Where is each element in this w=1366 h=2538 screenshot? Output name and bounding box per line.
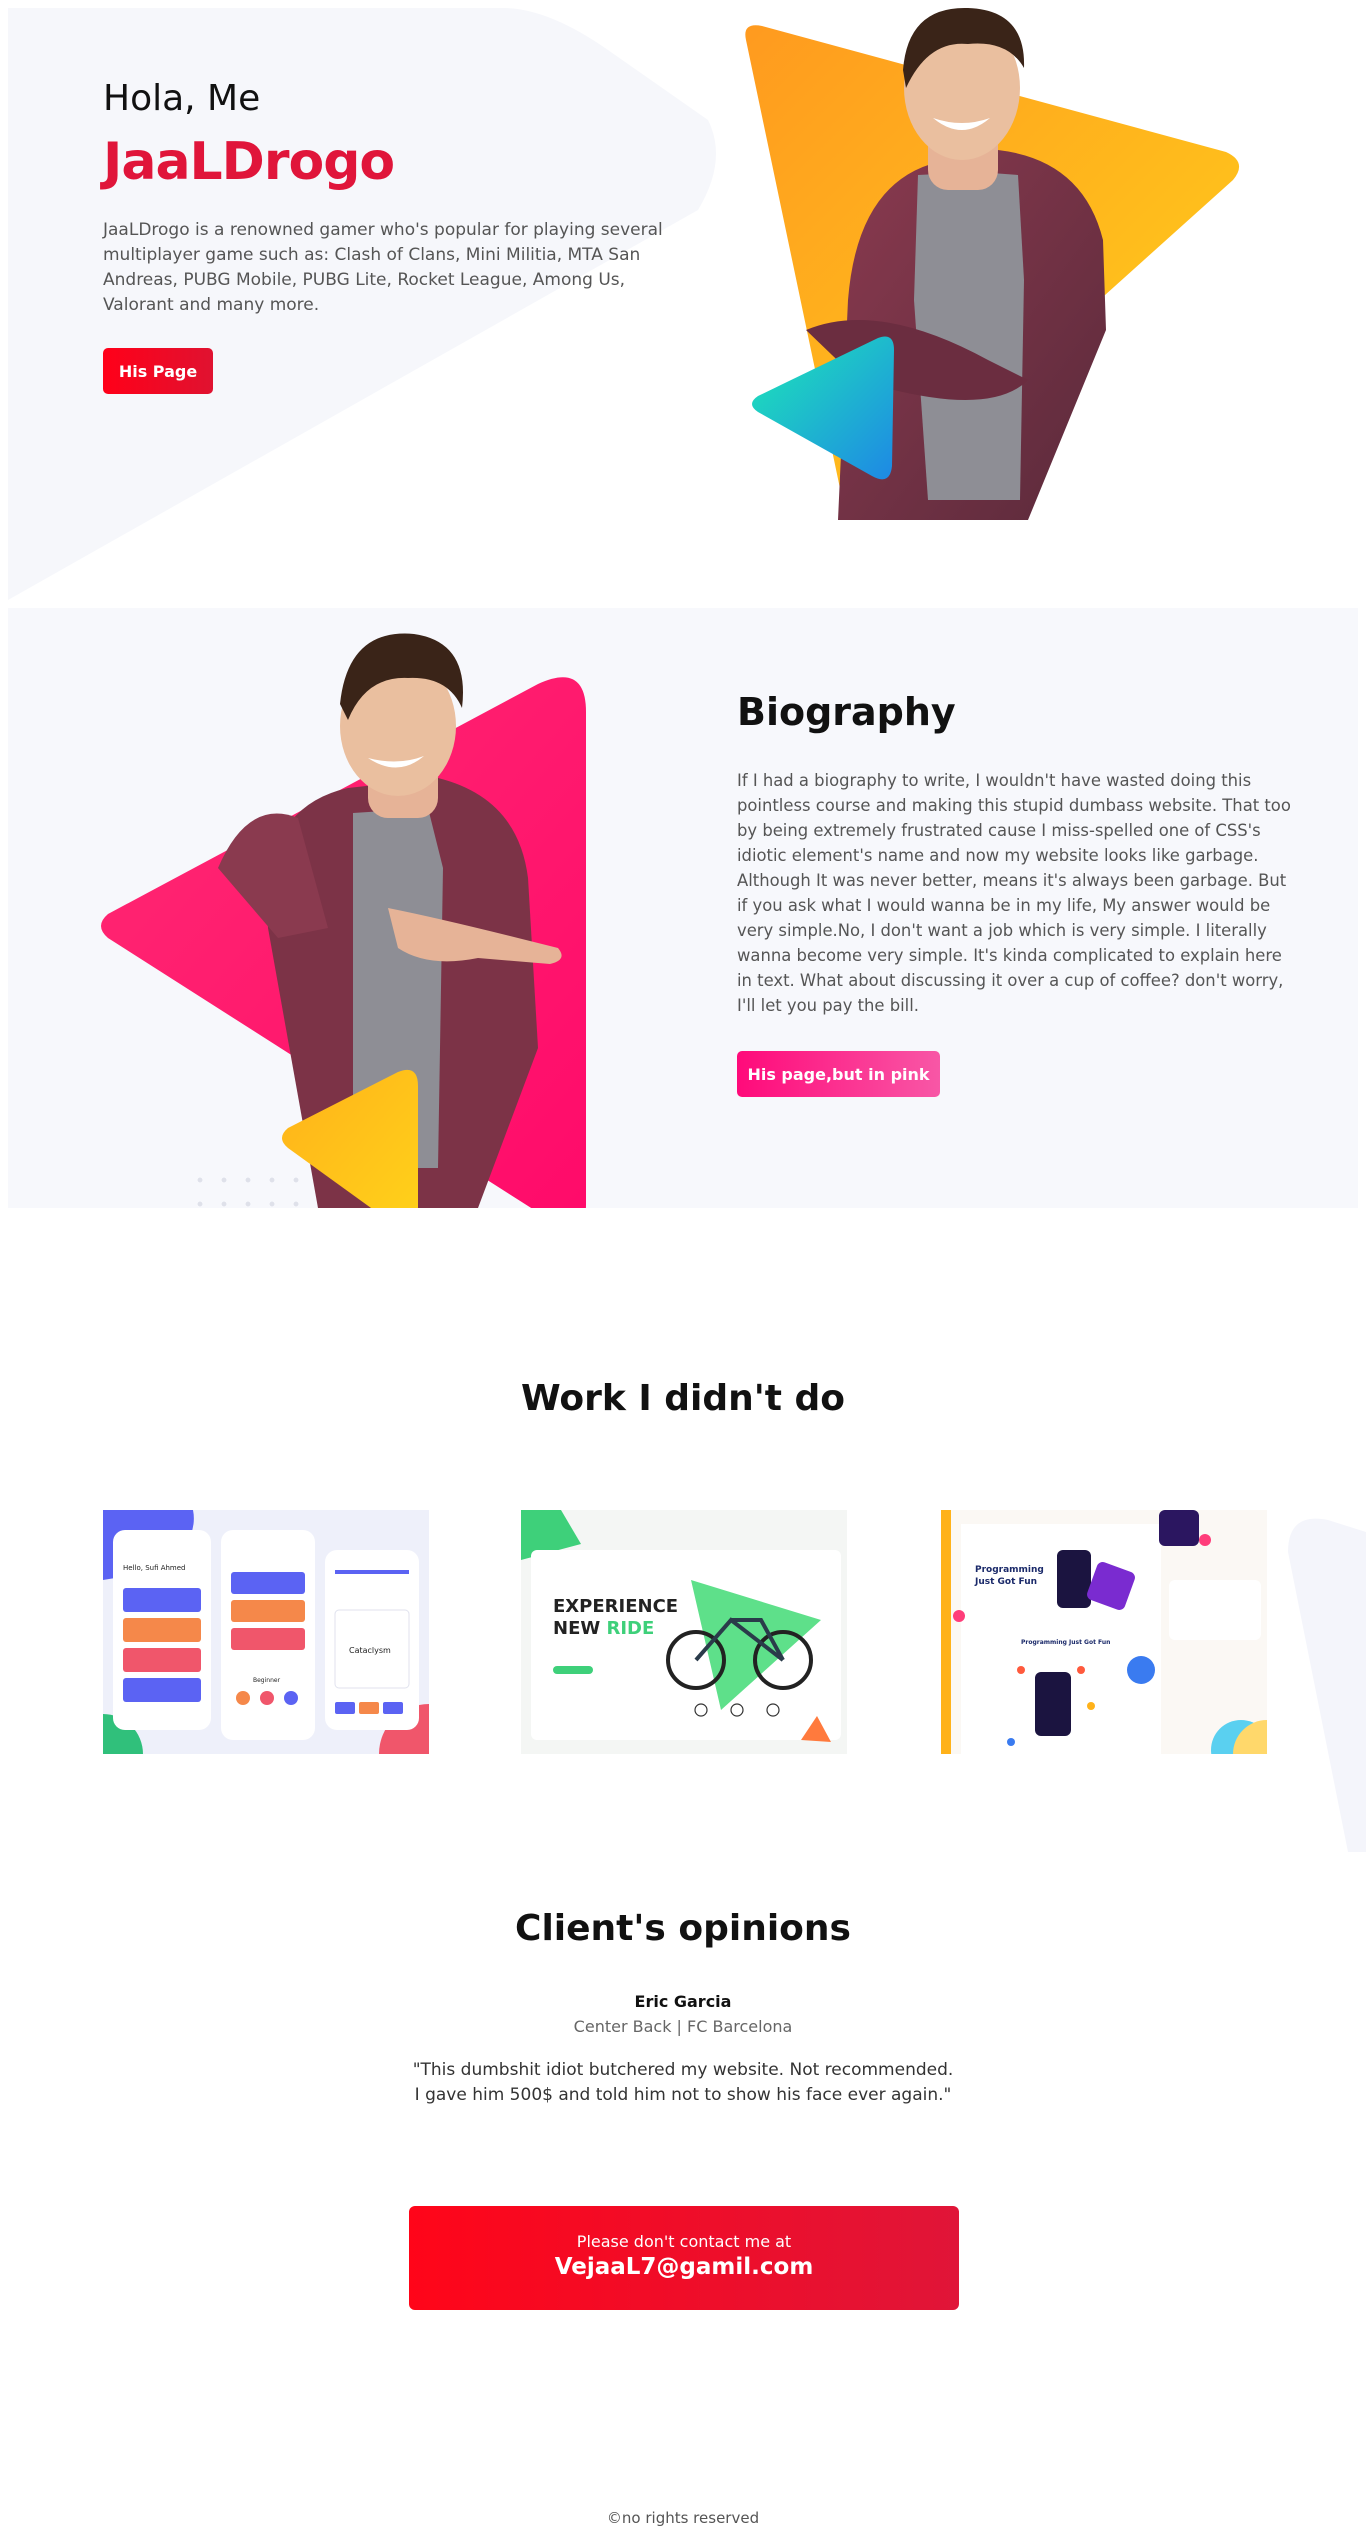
work-section-title: Work I didn't do (520, 1378, 846, 1419)
review-quote: "This dumbshit idiot butchered my websit… (0, 2058, 1366, 2108)
contact-banner[interactable]: Please don't contact me at VejaaL7@gamil… (409, 2206, 959, 2310)
card3-subheading: Programming Just Got Fun (1021, 1639, 1110, 1646)
review-quote-line2: I gave him 500$ and told him not to show… (414, 2085, 952, 2105)
his-page-button[interactable]: His Page (103, 348, 213, 394)
reviewer-role: Center Back | FC Barcelona (573, 2017, 793, 2036)
hero-illustration (745, 7, 1240, 520)
work-card-bike-site[interactable]: EXPERIENCE NEW RIDE (521, 1510, 847, 1754)
card2-heading-line1: EXPERIENCE (553, 1596, 678, 1617)
card1-heading: Hello, Sufi Ahmed (123, 1564, 186, 1572)
svg-text:NEW RIDE: NEW RIDE (553, 1618, 654, 1639)
card1-label: Cataclysm (349, 1646, 391, 1655)
biography-illustration (101, 633, 586, 1208)
contact-email-link[interactable]: VejaaL7@gamil.com (409, 2254, 959, 2280)
reviewer-name: Eric Garcia (634, 1992, 732, 2011)
card3-heading-line2: Just Got Fun (974, 1577, 1037, 1587)
hero-section: Hola, Me JaaLDrogo JaaLDrogo is a renown… (8, 0, 1358, 600)
review-quote-line1: "This dumbshit idiot butchered my websit… (412, 2060, 954, 2080)
opinions-section-title: Client's opinions (515, 1908, 851, 1949)
biography-title: Biography (737, 690, 956, 734)
footer-text: ©no rights reserved (606, 2509, 760, 2527)
hero-greeting: Hola, Me (103, 78, 261, 119)
bike-site-mockup-image: EXPERIENCE NEW RIDE (521, 1510, 841, 1742)
card2-heading-line2-a: NEW (553, 1618, 606, 1639)
card2-heading-line2-b: RIDE (606, 1618, 654, 1639)
hero-name: JaaLDrogo (103, 132, 395, 192)
mobile-app-mockup-image: Hello, Sufi Ahmed Cataclysm Beginner (103, 1510, 429, 1754)
card1-tag: Beginner (253, 1677, 281, 1684)
biography-text: If I had a biography to write, I wouldn'… (737, 771, 1291, 1015)
biography-section: Biography If I had a biography to write,… (8, 608, 1358, 1208)
work-card-mobile-app[interactable]: Hello, Sufi Ahmed Cataclysm Beginner (103, 1510, 429, 1754)
work-card-programming-site[interactable]: Programming Just Got Fun Programming Jus… (941, 1510, 1267, 1754)
hero-description: JaaLDrogo is a renowned gamer who's popu… (103, 220, 663, 315)
background-triangle-shape (1288, 1518, 1366, 1852)
his-page-pink-button[interactable]: His page,but in pink (737, 1051, 940, 1097)
contact-label: Please don't contact me at (576, 2232, 792, 2251)
programming-site-mockup-image: Programming Just Got Fun Programming Jus… (941, 1510, 1267, 1754)
card3-heading-line1: Programming (975, 1565, 1044, 1575)
